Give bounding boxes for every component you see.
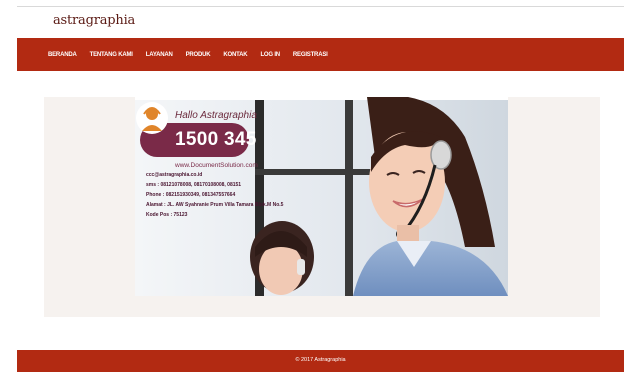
nav-item-log-in[interactable]: LOG IN	[260, 52, 280, 58]
website-link[interactable]: www.DocumentSolution.com	[175, 162, 258, 169]
nav-item-kontak[interactable]: KONTAK	[223, 52, 247, 58]
hero-section: Hallo Astragraphia 1500 345 www.Document…	[44, 97, 600, 317]
contact-address: Alamat : JL. AW Syahranie Prum Villa Tam…	[146, 202, 284, 208]
nav-item-beranda[interactable]: BERANDA	[48, 52, 77, 58]
contact-postal-code: Kode Pos : 75123	[146, 212, 188, 218]
top-divider	[17, 6, 624, 7]
contact-phone: Phone : 082151930349, 081347557664	[146, 192, 236, 198]
nav-item-registrasi[interactable]: REGISTRASI	[293, 52, 328, 58]
nav-item-tentang-kami[interactable]: TENTANG KAMI	[90, 52, 133, 58]
footer-copyright: © 2017 Astragraphia	[295, 357, 346, 363]
contact-email: ccc@astragraphia.co.id	[146, 172, 203, 178]
main-navbar: BERANDA TENTANG KAMI LAYANAN PRODUK KONT…	[17, 38, 624, 71]
site-brand[interactable]: astragraphia	[53, 13, 135, 28]
hero-banner-image: Hallo Astragraphia 1500 345 www.Document…	[135, 97, 508, 296]
banner-greeting: Hallo Astragraphia	[175, 110, 257, 121]
nav-item-layanan[interactable]: LAYANAN	[146, 52, 173, 58]
site-footer: © 2017 Astragraphia	[17, 350, 624, 372]
hotline-number: 1500 345	[175, 129, 257, 150]
nav-item-produk[interactable]: PRODUK	[186, 52, 211, 58]
contact-sms: sms : 08121078008, 08170108008, 08151	[146, 182, 242, 188]
nav-menu: BERANDA TENTANG KAMI LAYANAN PRODUK KONT…	[48, 38, 341, 71]
headset-person-icon	[136, 102, 168, 134]
